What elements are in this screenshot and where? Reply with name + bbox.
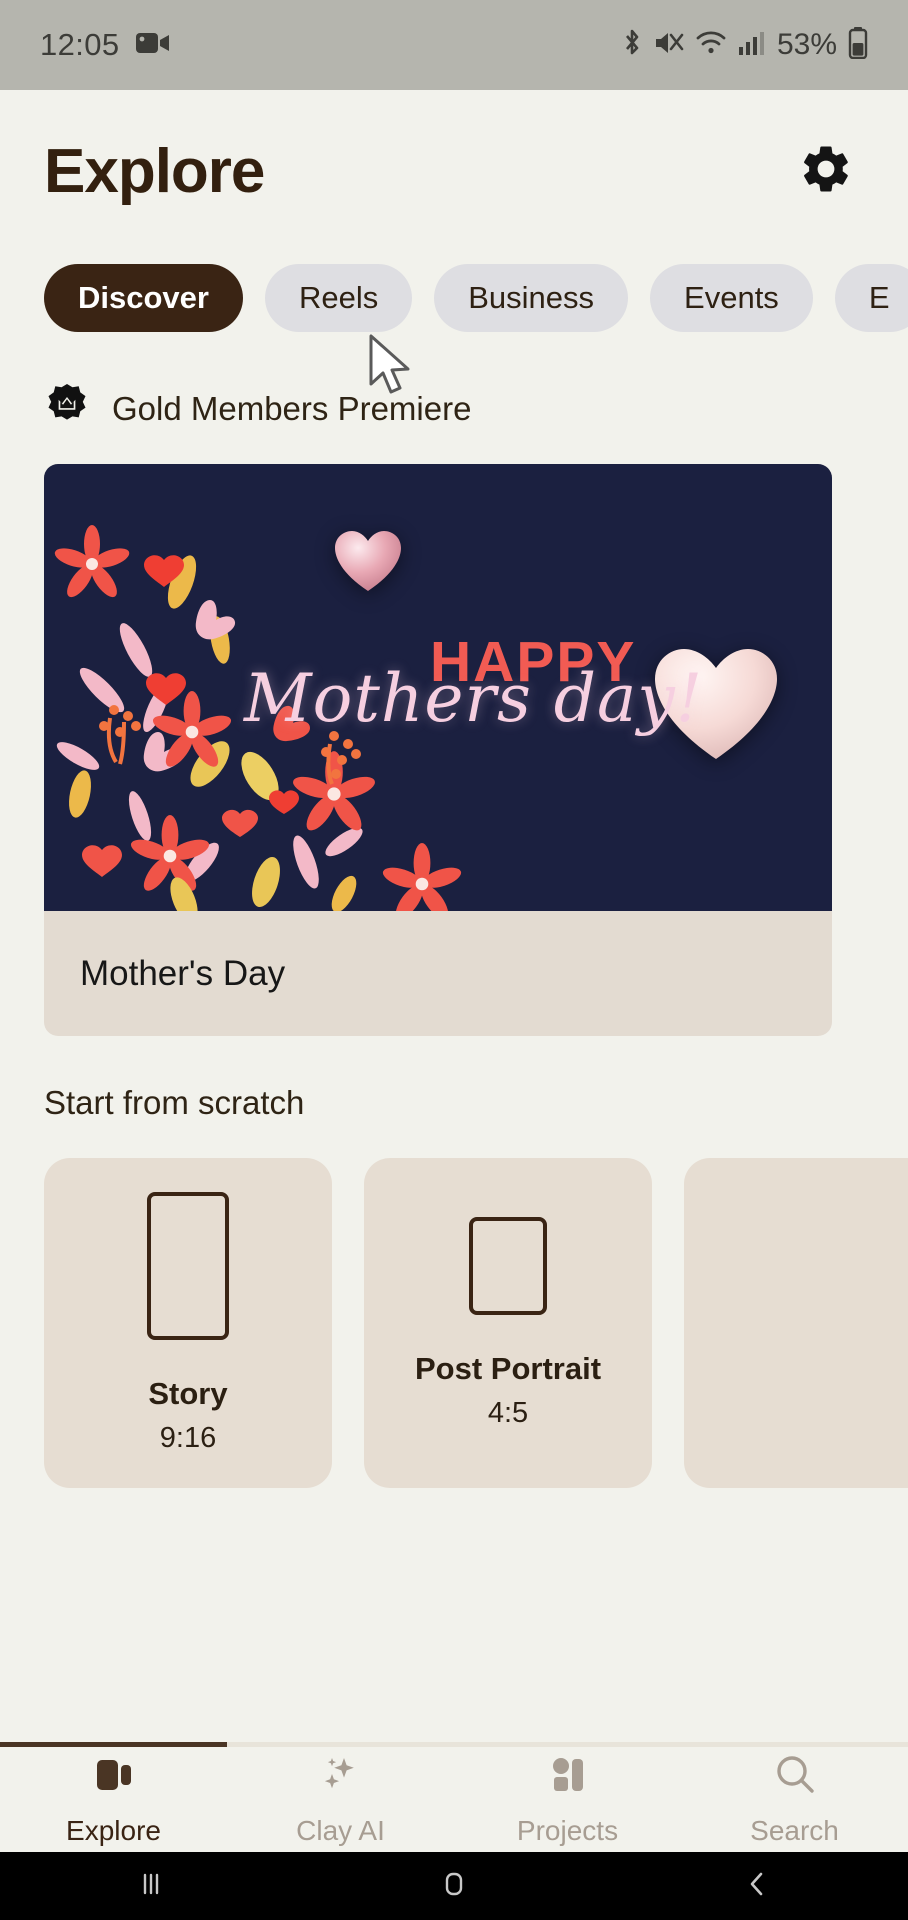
search-icon	[772, 1752, 818, 1803]
battery-percent: 53%	[776, 28, 837, 61]
home-button[interactable]	[303, 1866, 606, 1907]
nav-item-explore[interactable]: Explore	[0, 1752, 227, 1847]
recents-icon	[133, 1866, 169, 1907]
chip-business[interactable]: Business	[434, 264, 629, 332]
scratch-card-ratio: 4:5	[487, 1396, 529, 1429]
back-button[interactable]	[605, 1866, 908, 1907]
nav-item-search[interactable]: Search	[681, 1752, 908, 1847]
rectangle-portrait-icon	[147, 1191, 229, 1340]
chip-reels[interactable]: Reels	[264, 264, 413, 332]
status-bar-left: 12:05	[40, 27, 170, 63]
settings-button[interactable]	[788, 134, 864, 210]
nav-label: Clay AI	[296, 1815, 385, 1846]
status-time: 12:05	[40, 27, 120, 62]
home-icon	[436, 1866, 472, 1907]
app-header: Explore	[0, 104, 908, 239]
start-from-scratch-row[interactable]: Story 9:16 Post Portrait 4:5	[0, 1122, 908, 1488]
chip-label: Business	[468, 280, 595, 315]
scratch-card-name: Story	[148, 1375, 228, 1411]
sparkles-icon	[318, 1752, 364, 1803]
scratch-card-partial[interactable]	[684, 1158, 908, 1488]
bluetooth-icon	[621, 27, 643, 64]
chip-label: E	[868, 280, 890, 315]
android-navigation-bar[interactable]	[0, 1852, 908, 1920]
status-bar: 12:05 53%	[0, 0, 908, 90]
gold-members-premiere-label: Gold Members Premiere	[112, 389, 472, 427]
recents-button[interactable]	[0, 1866, 303, 1907]
rectangle-portrait-icon	[469, 1216, 547, 1315]
phone-screen: 12:05 53% Explore Discover Reels Busines…	[0, 0, 908, 1920]
heart-icon-small	[333, 529, 403, 600]
gear-icon	[798, 141, 854, 202]
nav-label: Explore	[66, 1815, 161, 1846]
explore-blocks-icon	[91, 1752, 137, 1803]
chip-label: Reels	[298, 280, 379, 315]
start-from-scratch-title: Start from scratch	[44, 1084, 305, 1121]
page-title: Explore	[44, 136, 265, 206]
nav-item-projects[interactable]: Projects	[454, 1752, 681, 1847]
chip-partial[interactable]: E	[834, 264, 908, 332]
nav-label: Search	[750, 1815, 839, 1846]
premiere-template-card[interactable]: HAPPY Mothers day! Mother's Day	[44, 464, 832, 1036]
status-bar-right: 53%	[621, 26, 868, 64]
nav-item-clay-ai[interactable]: Clay AI	[227, 1752, 454, 1847]
chip-events[interactable]: Events	[650, 264, 813, 332]
scratch-card-story[interactable]: Story 9:16	[44, 1158, 332, 1488]
artwork-mothers-day-text: Mothers day!	[244, 660, 704, 737]
gold-members-premiere-header: Gold Members Premiere	[0, 339, 908, 434]
nav-label: Projects	[516, 1815, 619, 1846]
projects-blocks-icon	[545, 1752, 591, 1803]
scratch-card-post-portrait[interactable]: Post Portrait 4:5	[364, 1158, 652, 1488]
chip-label: Discover	[78, 280, 209, 315]
scratch-card-name: Post Portrait	[414, 1350, 602, 1386]
card-caption: Mother's Day	[80, 953, 286, 993]
cellular-signal-icon	[738, 29, 764, 62]
wifi-icon	[695, 29, 727, 62]
battery-icon	[848, 26, 868, 64]
category-chip-row[interactable]: Discover Reels Business Events E	[0, 239, 908, 339]
card-artwork-mothers-day: HAPPY Mothers day!	[44, 464, 832, 911]
bottom-navigation-bar[interactable]: Explore Clay AI Projects Search	[0, 1747, 908, 1852]
chip-discover[interactable]: Discover	[44, 264, 243, 332]
back-icon	[739, 1866, 775, 1907]
video-camera-icon	[135, 31, 170, 60]
crown-badge-icon	[44, 383, 90, 434]
volume-mute-icon	[654, 29, 684, 62]
chip-label: Events	[684, 280, 779, 315]
scratch-card-ratio: 9:16	[159, 1421, 217, 1454]
